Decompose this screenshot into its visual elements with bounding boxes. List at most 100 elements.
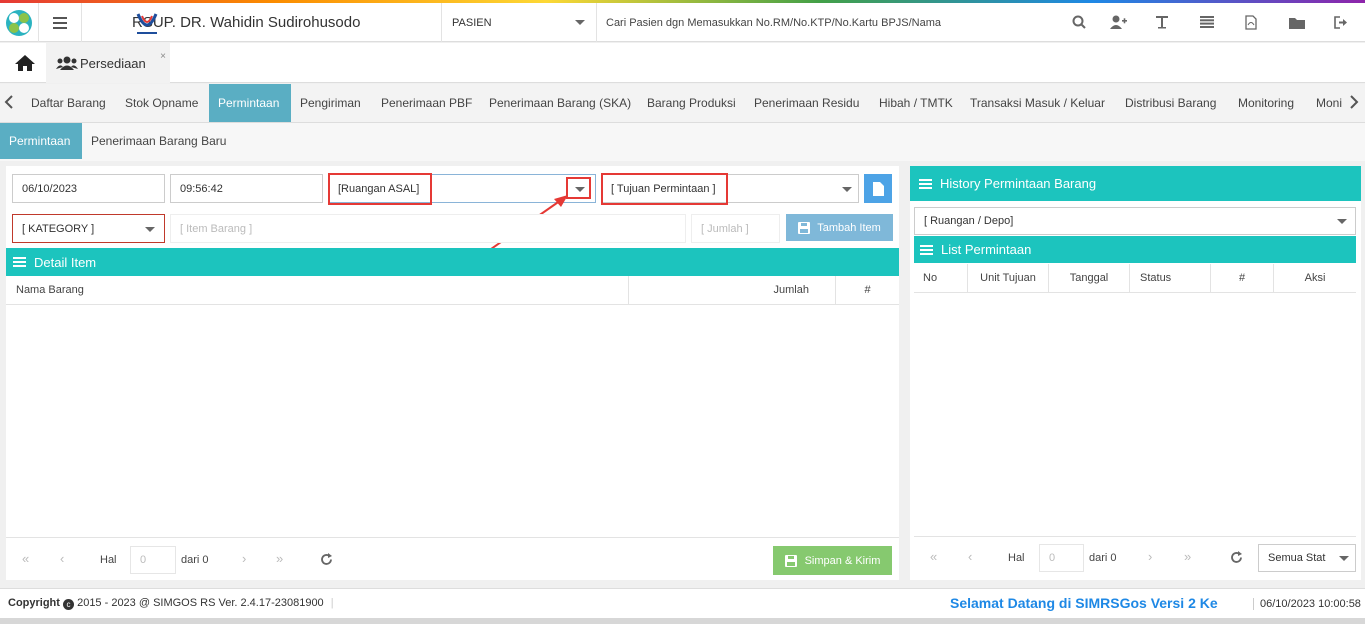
pager-hal-label: Hal	[1008, 552, 1025, 564]
logout-icon[interactable]	[1331, 12, 1351, 32]
list-icon	[920, 244, 933, 255]
chevron-down-icon	[1337, 219, 1347, 224]
ruangan-depo-select[interactable]: [ Ruangan / Depo]	[914, 207, 1356, 235]
tab-pengiriman[interactable]: Pengiriman	[291, 84, 370, 122]
tambah-item-button[interactable]: Tambah Item	[786, 214, 893, 241]
tab-penerimaan-barang-ska[interactable]: Penerimaan Barang (SKA)	[480, 84, 640, 122]
permintaan-form-panel: 06/10/2023 09:56:42 [Ruangan ASAL] [ Tuj…	[6, 166, 899, 580]
list-icon	[919, 178, 932, 189]
col-hash[interactable]: #	[836, 276, 899, 304]
hospital-name: RSUP. DR. Wahidin Sudirohusodo	[82, 3, 442, 42]
chevron-down-icon	[842, 187, 852, 192]
footer-datetime: 06/10/2023 10:00:58	[1253, 598, 1361, 610]
last-page-icon[interactable]: »	[1184, 549, 1191, 564]
detail-table-header: Nama Barang Jumlah #	[6, 276, 899, 305]
tab-monitoring[interactable]: Monitoring	[1229, 84, 1303, 122]
col-jumlah[interactable]: Jumlah	[629, 276, 836, 304]
detail-item-header: Detail Item	[6, 248, 899, 276]
tab-monitoring-2[interactable]: Moni	[1307, 84, 1347, 122]
prev-page-icon[interactable]: ‹	[60, 551, 64, 566]
page-input[interactable]: 0	[1039, 544, 1084, 572]
close-tab-icon[interactable]: ×	[160, 51, 166, 62]
col-status[interactable]: Status	[1130, 264, 1211, 292]
chevron-down-icon	[575, 20, 585, 25]
tab-stok-opname[interactable]: Stok Opname	[116, 84, 207, 122]
tab-daftar-barang[interactable]: Daftar Barang	[22, 84, 115, 122]
refresh-icon[interactable]	[1230, 551, 1243, 564]
next-page-icon[interactable]: ›	[242, 551, 246, 566]
tab-transaksi-masuk-keluar[interactable]: Transaksi Masuk / Keluar	[961, 84, 1114, 122]
search-type-select[interactable]: PASIEN	[442, 3, 597, 42]
folder-icon[interactable]	[1287, 12, 1307, 32]
pager-total: dari 0	[181, 554, 209, 566]
text-icon[interactable]	[1152, 12, 1172, 32]
list-table-header: No Unit Tujuan Tanggal Status # Aksi	[914, 264, 1356, 293]
tab-hibah-tmtk[interactable]: Hibah / TMTK	[870, 84, 962, 122]
new-document-button[interactable]	[864, 174, 892, 203]
first-page-icon[interactable]: «	[930, 549, 937, 564]
hospital-logo-icon	[136, 13, 158, 34]
next-page-icon[interactable]: ›	[1148, 549, 1152, 564]
pager-hal-label: Hal	[100, 554, 117, 566]
date-field[interactable]: 06/10/2023	[12, 174, 165, 203]
list-permintaan-header: List Permintaan	[914, 236, 1356, 263]
file-icon	[872, 181, 884, 196]
first-page-icon[interactable]: «	[22, 551, 29, 566]
item-barang-input[interactable]: [ Item Barang ]	[170, 214, 686, 243]
status-filter-select[interactable]: Semua Stat	[1258, 544, 1356, 572]
app-tab-bar: Persediaan ×	[0, 43, 1365, 83]
pdf-icon[interactable]	[1241, 12, 1261, 32]
col-aksi[interactable]: Aksi	[1274, 264, 1356, 292]
sub-tab-bar: Permintaan Penerimaan Barang Baru	[0, 123, 1365, 161]
tab-persediaan[interactable]: Persediaan ×	[46, 43, 170, 83]
home-icon[interactable]	[14, 54, 36, 75]
detail-pager: « ‹ Hal 0 dari 0 › » Simpan & Kirim	[6, 537, 899, 580]
time-field[interactable]: 09:56:42	[170, 174, 323, 203]
save-icon	[784, 554, 797, 567]
menu-toggle-button[interactable]	[38, 3, 82, 42]
tab-penerimaan-residu[interactable]: Penerimaan Residu	[745, 84, 868, 122]
search-icon[interactable]	[1069, 12, 1089, 32]
module-tab-bar: Daftar Barang Stok Opname Permintaan Pen…	[0, 84, 1365, 123]
kategori-select[interactable]: [ KATEGORY ]	[12, 214, 165, 243]
prev-page-icon[interactable]: ‹	[968, 549, 972, 564]
list-icon	[13, 257, 26, 267]
col-unit-tujuan[interactable]: Unit Tujuan	[968, 264, 1049, 292]
refresh-icon[interactable]	[320, 553, 333, 566]
tab-distribusi-barang[interactable]: Distribusi Barang	[1116, 84, 1225, 122]
copyright: Copyright c 2015 - 2023 @ SIMGOS RS Ver.…	[8, 597, 334, 610]
highlight-ruangan-asal	[328, 173, 432, 205]
chevron-down-icon	[145, 227, 155, 232]
list-icon[interactable]	[1197, 12, 1217, 32]
scroll-left-icon[interactable]	[4, 95, 14, 112]
last-page-icon[interactable]: »	[276, 551, 283, 566]
app-logo[interactable]	[0, 3, 38, 42]
tab-permintaan[interactable]: Permintaan	[209, 84, 291, 122]
highlight-tujuan	[601, 173, 728, 205]
patient-search-input[interactable]: Cari Pasien dgn Memasukkan No.RM/No.KTP/…	[606, 3, 941, 42]
copyright-icon: c	[63, 599, 75, 610]
tab-barang-produksi[interactable]: Barang Produksi	[638, 84, 745, 122]
footer: Copyright c 2015 - 2023 @ SIMGOS RS Ver.…	[0, 588, 1365, 618]
users-icon	[56, 56, 78, 70]
welcome-marquee: Selamat Datang di SIMRSGos Versi 2 Ke	[950, 595, 1218, 611]
history-pager: « ‹ Hal 0 dari 0 › » Semua Stat	[914, 536, 1356, 578]
col-no[interactable]: No	[914, 264, 968, 292]
history-panel: History Permintaan Barang [ Ruangan / De…	[910, 166, 1361, 580]
subtab-permintaan[interactable]: Permintaan	[0, 123, 82, 159]
col-nama-barang[interactable]: Nama Barang	[6, 276, 629, 304]
page-input[interactable]: 0	[130, 546, 176, 574]
hamburger-icon	[53, 16, 67, 29]
col-tanggal[interactable]: Tanggal	[1049, 264, 1130, 292]
pager-total: dari 0	[1089, 552, 1117, 564]
add-user-icon[interactable]	[1108, 12, 1128, 32]
simpan-kirim-button[interactable]: Simpan & Kirim	[773, 546, 892, 575]
chevron-down-icon	[1339, 556, 1349, 561]
col-hash[interactable]: #	[1211, 264, 1274, 292]
save-icon	[798, 221, 811, 234]
jumlah-input[interactable]: [ Jumlah ]	[691, 214, 780, 243]
top-bar: RSUP. DR. Wahidin Sudirohusodo PASIEN Ca…	[0, 3, 1365, 42]
tab-penerimaan-pbf[interactable]: Penerimaan PBF	[372, 84, 481, 122]
scroll-right-icon[interactable]	[1349, 95, 1359, 112]
subtab-penerimaan-barang-baru[interactable]: Penerimaan Barang Baru	[82, 123, 235, 159]
